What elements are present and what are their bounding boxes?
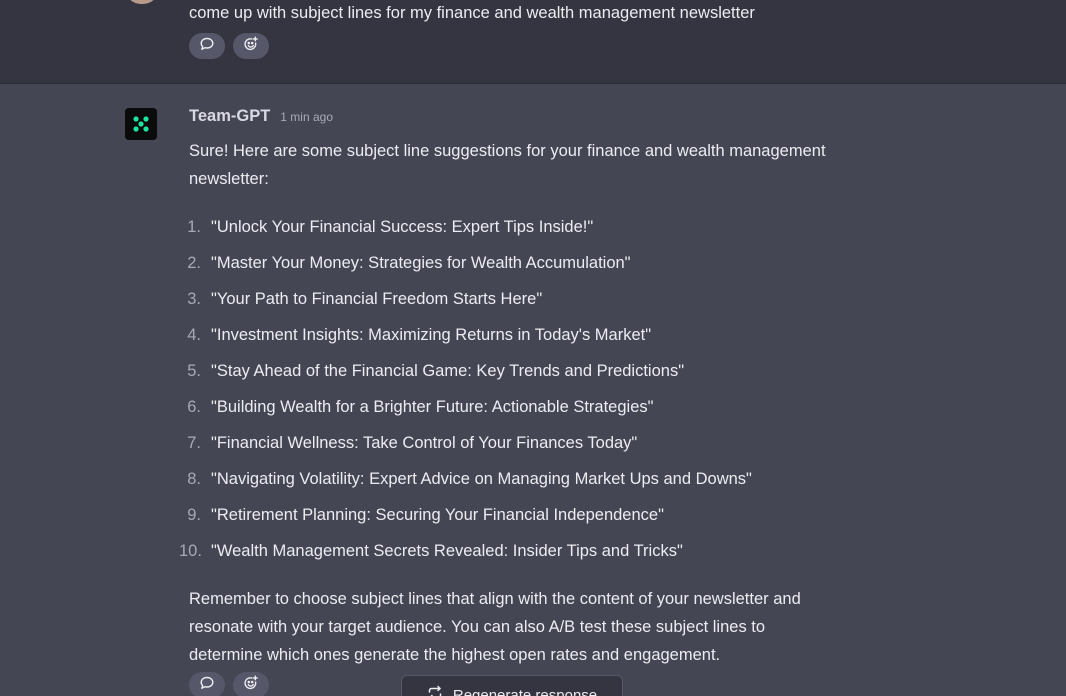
list-item: 1. "Unlock Your Financial Success: Expert… xyxy=(187,213,839,249)
add-reaction-button[interactable] xyxy=(233,33,269,59)
list-item-text: "Wealth Management Secrets Revealed: Ins… xyxy=(211,542,683,560)
user-avatar xyxy=(125,0,159,4)
list-item-text: "Your Path to Financial Freedom Starts H… xyxy=(211,290,543,308)
list-item-text: "Master Your Money: Strategies for Wealt… xyxy=(211,254,631,272)
author-name: Team-GPT xyxy=(189,107,271,125)
list-number: 5. xyxy=(187,362,201,380)
list-item: 3. "Your Path to Financial Freedom Starts… xyxy=(187,285,839,321)
assistant-message-actions xyxy=(189,672,269,696)
subject-line-list: 1. "Unlock Your Financial Success: Expert… xyxy=(179,213,839,573)
list-number: 7. xyxy=(187,434,201,452)
list-item: 9. "Retirement Planning: Securing Your Fi… xyxy=(187,501,839,537)
list-item: 8. "Navigating Volatility: Expert Advice … xyxy=(187,465,839,501)
message-timestamp: 1 min ago xyxy=(280,110,333,124)
list-item-text: "Financial Wellness: Take Control of You… xyxy=(211,434,638,452)
comment-icon xyxy=(199,675,215,696)
comment-button[interactable] xyxy=(189,33,225,59)
intro-paragraph: Sure! Here are some subject line suggest… xyxy=(189,142,826,188)
regenerate-label: Regenerate response xyxy=(452,686,598,696)
outro-paragraph: Remember to choose subject lines that al… xyxy=(189,590,801,664)
message-header: Team-GPT 1 min ago xyxy=(189,107,333,126)
user-message: come up with subject lines for my financ… xyxy=(0,0,1066,84)
list-number: 3. xyxy=(187,290,201,308)
list-item-text: "Building Wealth for a Brighter Future: … xyxy=(211,398,654,416)
team-gpt-logo-icon xyxy=(125,108,157,140)
list-item: 10. "Wealth Management Secrets Revealed: … xyxy=(179,537,839,573)
list-number: 2. xyxy=(187,254,201,272)
comment-button[interactable] xyxy=(189,672,225,696)
comment-icon xyxy=(199,36,215,57)
list-number: 6. xyxy=(187,398,201,416)
team-gpt-avatar xyxy=(125,108,157,140)
assistant-message: Team-GPT 1 min ago Sure! Here are some s… xyxy=(0,85,1066,696)
message-body: Sure! Here are some subject line suggest… xyxy=(179,137,839,669)
user-message-text: come up with subject lines for my financ… xyxy=(189,4,755,22)
list-item-text: "Navigating Volatility: Expert Advice on… xyxy=(211,470,752,488)
list-number: 10. xyxy=(179,542,202,560)
list-item: 2. "Master Your Money: Strategies for Wea… xyxy=(187,249,839,285)
list-number: 1. xyxy=(187,218,201,236)
list-item: 4. "Investment Insights: Maximizing Retur… xyxy=(187,321,839,357)
user-message-actions xyxy=(189,33,269,59)
list-item: 6. "Building Wealth for a Brighter Future… xyxy=(187,393,839,429)
list-item: 7. "Financial Wellness: Take Control of Y… xyxy=(187,429,839,465)
list-item: 5. "Stay Ahead of the Financial Game: Key… xyxy=(187,357,839,393)
add-reaction-icon xyxy=(243,675,259,696)
list-number: 8. xyxy=(187,470,201,488)
list-item-text: "Unlock Your Financial Success: Expert T… xyxy=(211,218,594,236)
list-number: 4. xyxy=(187,326,201,344)
list-item-text: "Retirement Planning: Securing Your Fina… xyxy=(211,506,664,524)
add-reaction-button[interactable] xyxy=(233,672,269,696)
regenerate-response-button[interactable]: Regenerate response xyxy=(401,675,623,696)
list-number: 9. xyxy=(187,506,201,524)
add-reaction-icon xyxy=(243,36,259,57)
list-item-text: "Investment Insights: Maximizing Returns… xyxy=(211,326,652,344)
regenerate-icon xyxy=(427,685,443,696)
list-item-text: "Stay Ahead of the Financial Game: Key T… xyxy=(211,362,685,380)
